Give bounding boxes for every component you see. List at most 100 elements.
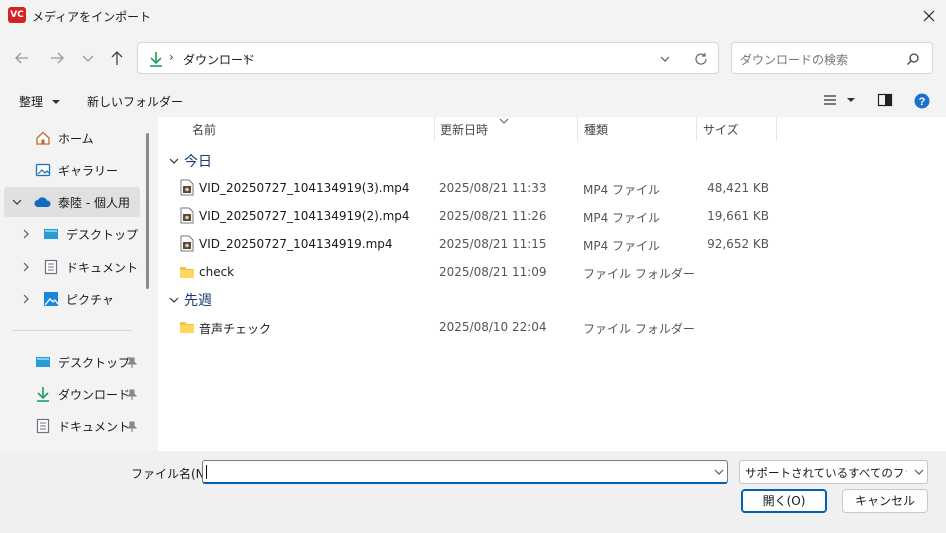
file-date: 2025/08/21 11:15 <box>439 237 547 251</box>
column-header-type[interactable]: 種類 <box>584 121 608 138</box>
file-type: MP4 ファイル <box>583 239 661 253</box>
sidebar-item-pictures[interactable]: ピクチャ <box>42 284 114 314</box>
file-type-filter[interactable]: サポートされているすべてのファイル ( <box>739 460 928 484</box>
file-date: 2025/08/21 11:33 <box>439 181 547 195</box>
preview-pane-icon <box>877 93 893 107</box>
window-title: メディアをインポート <box>32 10 152 24</box>
file-date: 2025/08/21 11:09 <box>439 265 547 279</box>
chevron-right-icon[interactable] <box>20 293 32 305</box>
sidebar-item-label: ドキュメント <box>66 260 139 275</box>
help-button[interactable]: ? <box>914 93 930 109</box>
file-name: VID_20250727_104134919(3).mp4 <box>199 181 410 195</box>
file-list: 名前 更新日時 種類 サイズ 今日 VID_20250727_104134919… <box>158 117 946 451</box>
column-header-date[interactable]: 更新日時 <box>440 121 488 138</box>
file-size: 19,661 KB <box>707 209 769 223</box>
table-row[interactable]: VID_20250727_104134919(3).mp4 2025/08/21… <box>158 174 946 202</box>
navigation-pane: ホーム ギャラリー 泰陸 - 個人用 デスクトップ ドキュメント ピクチャ デス… <box>0 117 150 451</box>
video-file-icon <box>180 235 194 252</box>
document-icon <box>34 417 52 435</box>
column-separator <box>776 117 777 141</box>
help-icon: ? <box>914 93 930 109</box>
file-type: ファイル フォルダー <box>583 267 695 281</box>
folder-icon <box>180 267 194 278</box>
file-date: 2025/08/21 11:26 <box>439 209 547 223</box>
desktop-icon <box>42 225 60 243</box>
cancel-button[interactable]: キャンセル <box>842 489 928 513</box>
organize-label: 整理 <box>19 95 44 109</box>
desktop-icon <box>34 353 52 371</box>
sidebar-divider <box>12 330 132 331</box>
forward-button[interactable] <box>45 46 69 70</box>
view-options-button[interactable] <box>822 93 858 107</box>
up-button[interactable] <box>105 46 129 70</box>
text-cursor <box>206 465 207 479</box>
file-size: 48,421 KB <box>707 181 769 195</box>
arrow-left-icon <box>15 52 28 64</box>
open-button[interactable]: 開く(O) <box>741 489 827 513</box>
sort-indicator-icon <box>499 118 509 124</box>
recent-locations-button[interactable] <box>76 46 100 70</box>
preview-pane-button[interactable] <box>877 93 893 107</box>
sidebar-item-gallery[interactable]: ギャラリー <box>34 155 118 185</box>
table-row[interactable]: VID_20250727_104134919(2).mp4 2025/08/21… <box>158 202 946 230</box>
chevron-down-icon <box>169 158 179 164</box>
home-icon <box>34 129 52 147</box>
sidebar-pinned-desktop[interactable]: デスクトップ <box>34 347 130 377</box>
organize-button[interactable]: 整理 <box>19 93 63 110</box>
pin-icon <box>126 421 137 432</box>
download-icon <box>150 52 162 67</box>
list-view-icon <box>824 95 836 105</box>
search-box[interactable]: ダウンロードの検索 <box>731 42 933 74</box>
file-type: ファイル フォルダー <box>583 322 695 336</box>
pictures-icon <box>42 290 60 308</box>
table-row[interactable]: 音声チェック 2025/08/10 22:04 ファイル フォルダー <box>158 313 946 341</box>
onedrive-icon <box>34 193 52 211</box>
close-button[interactable] <box>912 2 946 30</box>
sidebar-item-label: 泰陸 - 個人用 <box>58 195 130 210</box>
sidebar-pinned-downloads[interactable]: ダウンロード <box>34 379 130 409</box>
filename-input[interactable] <box>202 460 728 484</box>
sidebar-item-onedrive[interactable]: 泰陸 - 個人用 <box>34 187 130 217</box>
group-label: 先週 <box>184 293 212 309</box>
chevron-right-icon[interactable] <box>20 261 32 273</box>
refresh-icon[interactable] <box>693 51 709 67</box>
new-folder-button[interactable]: 新しいフォルダー <box>87 93 183 110</box>
back-button[interactable] <box>10 46 34 70</box>
caret-down-icon <box>52 99 61 104</box>
group-header-today[interactable]: 今日 <box>168 151 212 171</box>
chevron-down-icon[interactable] <box>658 52 672 66</box>
video-file-icon <box>180 179 194 196</box>
table-row[interactable]: check 2025/08/21 11:09 ファイル フォルダー <box>158 258 946 286</box>
sidebar-item-documents[interactable]: ドキュメント <box>42 252 138 282</box>
sidebar-item-label: デスクトップ <box>58 355 131 370</box>
column-separator <box>696 117 697 141</box>
file-date: 2025/08/10 22:04 <box>439 320 547 334</box>
file-type: MP4 ファイル <box>583 183 661 197</box>
sidebar-item-home[interactable]: ホーム <box>34 123 94 153</box>
column-separator <box>577 117 578 141</box>
table-row[interactable]: VID_20250727_104134919.mp4 2025/08/21 11… <box>158 230 946 258</box>
group-header-last-week[interactable]: 先週 <box>168 290 212 310</box>
file-name: VID_20250727_104134919(2).mp4 <box>199 209 410 223</box>
sidebar-item-label: ダウンロード <box>58 387 131 402</box>
column-header-name[interactable]: 名前 <box>192 121 216 138</box>
file-name: VID_20250727_104134919.mp4 <box>199 237 393 251</box>
sidebar-scrollbar[interactable] <box>146 133 149 289</box>
sidebar-item-label: ギャラリー <box>58 163 119 178</box>
app-icon: VC <box>8 7 26 23</box>
sidebar-pinned-documents[interactable]: ドキュメント <box>34 411 130 441</box>
sidebar-item-desktop[interactable]: デスクトップ <box>42 219 138 249</box>
chevron-down-icon <box>169 297 179 303</box>
arrow-right-icon <box>51 52 64 64</box>
file-type: MP4 ファイル <box>583 211 661 225</box>
column-header-size[interactable]: サイズ <box>703 121 739 138</box>
address-bar[interactable]: › ダウンロード › <box>137 42 719 74</box>
pin-icon <box>126 357 137 368</box>
sidebar-item-label: ホーム <box>58 131 94 146</box>
chevron-down-icon[interactable] <box>713 466 725 478</box>
search-placeholder: ダウンロードの検索 <box>740 53 849 67</box>
chevron-down-icon[interactable] <box>11 196 23 208</box>
svg-text:?: ? <box>919 96 926 108</box>
sidebar-item-label: ピクチャ <box>66 292 114 307</box>
chevron-right-icon[interactable] <box>20 228 32 240</box>
